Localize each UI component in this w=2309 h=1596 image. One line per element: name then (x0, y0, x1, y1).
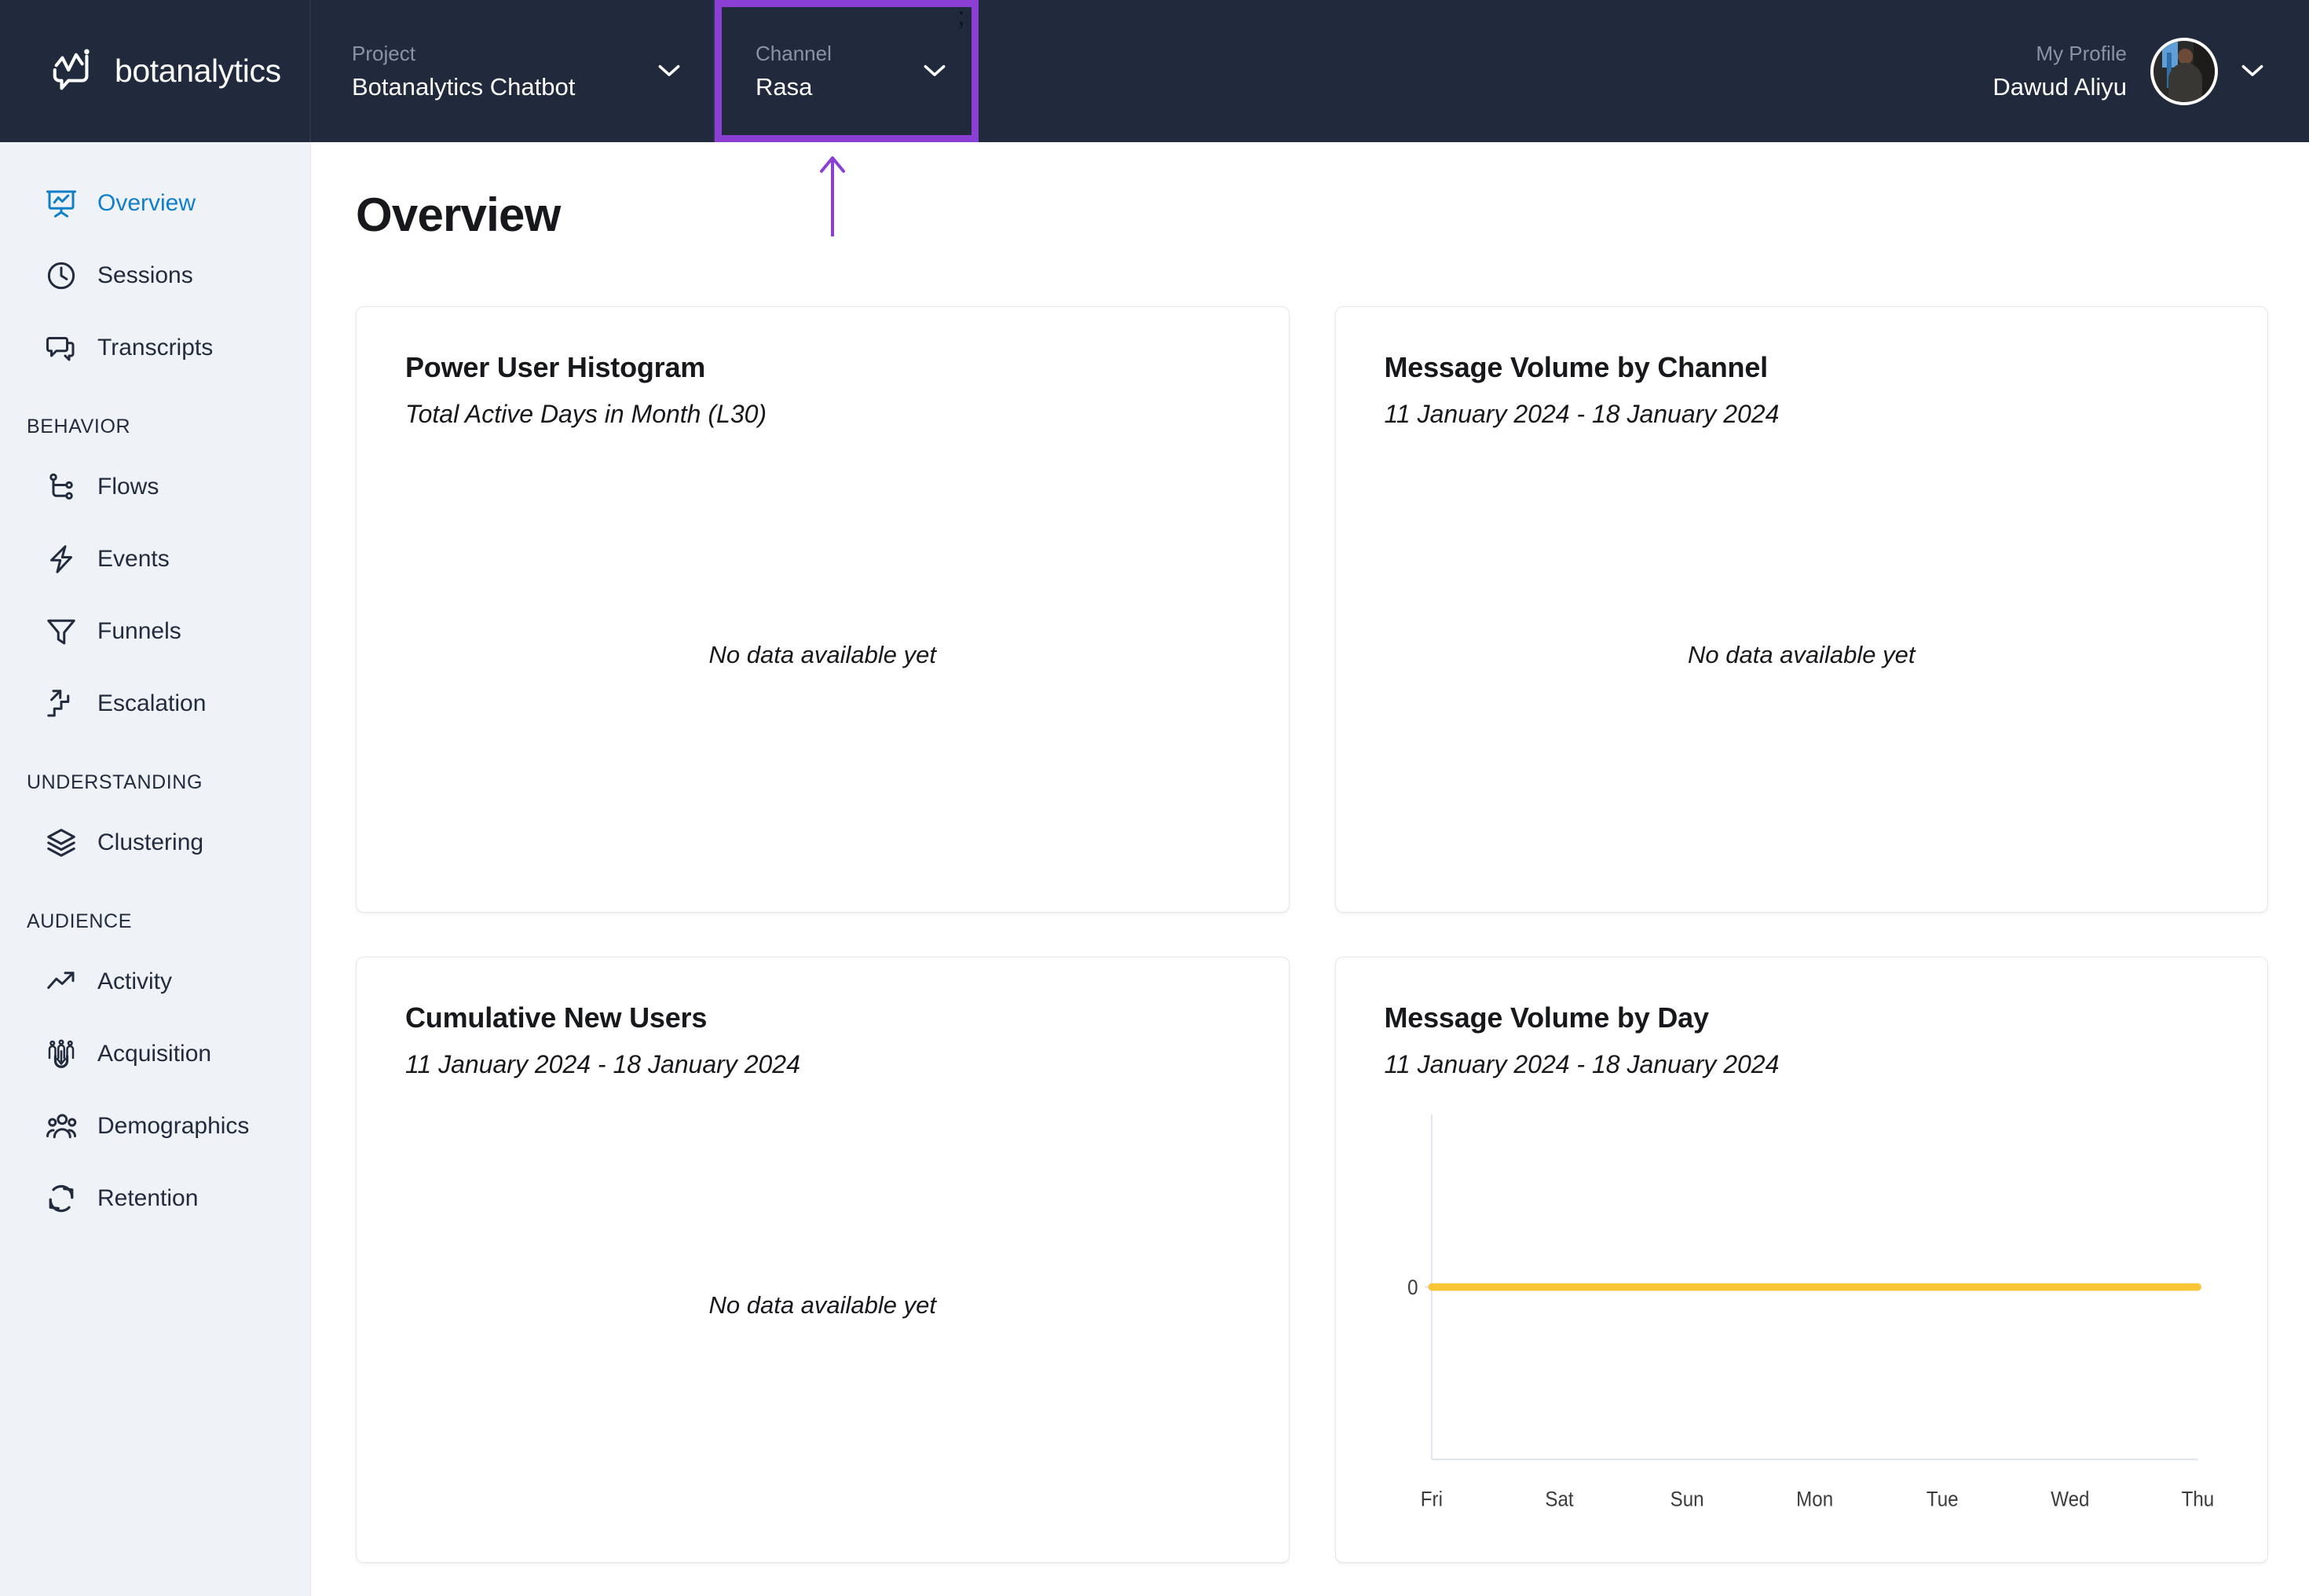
sidebar-item-events[interactable]: Events (0, 523, 310, 595)
sidebar-item-clustering[interactable]: Clustering (0, 807, 310, 879)
top-header-bar: botanalytics Project Botanalytics Chatbo… (0, 0, 2309, 142)
chart-canvas: 0 Fri Sat Sun Mon Tue Wed Thu (1407, 1115, 2214, 1511)
svg-text:Thu: Thu (2181, 1488, 2214, 1510)
sidebar-item-activity[interactable]: Activity (0, 946, 310, 1018)
main-content: Overview Power User Histogram Total Acti… (312, 142, 2309, 1596)
avatar (2150, 37, 2218, 105)
empty-state-text: No data available yet (1687, 640, 1916, 668)
channel-selector[interactable]: Channel Rasa ; (715, 0, 979, 142)
sidebar-item-funnels[interactable]: Funnels (0, 595, 310, 668)
refresh-cycle-icon (46, 1183, 77, 1214)
card-subtitle: 11 January 2024 - 18 January 2024 (1384, 1050, 1780, 1078)
chevron-down-icon (658, 64, 680, 78)
escalation-steps-icon (46, 688, 77, 719)
presentation-chart-icon (46, 188, 77, 219)
sidebar-item-label: Funnels (97, 618, 181, 644)
profile-label: My Profile (2036, 41, 2127, 65)
overview-card-grid: Power User Histogram Total Active Days i… (356, 306, 2268, 1563)
svg-text:0: 0 (1407, 1276, 1418, 1299)
empty-state-text: No data available yet (708, 1290, 937, 1319)
sidebar-navigation: Overview Sessions Transcripts BEHAVIOR F… (0, 142, 311, 1596)
card-body: No data available yet (405, 429, 1240, 880)
sidebar-item-label: Activity (97, 968, 173, 994)
sidebar-group-understanding: UNDERSTANDING (27, 771, 203, 793)
channel-selector-label: Channel (756, 41, 832, 65)
sidebar-item-overview[interactable]: Overview (0, 167, 310, 240)
sidebar-item-label: Acquisition (97, 1041, 212, 1067)
magnet-people-icon (46, 1038, 77, 1070)
card-power-user-histogram: Power User Histogram Total Active Days i… (356, 306, 1290, 913)
project-selector-label: Project (352, 41, 415, 65)
sidebar-item-label: Escalation (97, 690, 207, 716)
sidebar-item-label: Clustering (97, 829, 204, 855)
trend-up-icon (46, 966, 77, 998)
text-cursor-mark: ; (957, 0, 965, 31)
card-body: No data available yet (1385, 429, 2219, 880)
profile-menu[interactable]: My Profile Dawud Aliyu (1992, 0, 2309, 142)
page-title: Overview (356, 189, 561, 241)
sidebar-item-transcripts[interactable]: Transcripts (0, 312, 310, 384)
message-volume-line-chart[interactable]: 0 Fri Sat Sun Mon Tue Wed Thu (1385, 1100, 2219, 1531)
sidebar-item-demographics[interactable]: Demographics (0, 1090, 310, 1162)
card-title: Message Volume by Channel (1384, 351, 1769, 383)
card-subtitle: Total Active Days in Month (L30) (405, 400, 767, 428)
lightning-bolt-icon (46, 544, 77, 575)
card-subtitle: 11 January 2024 - 18 January 2024 (405, 1050, 800, 1078)
svg-text:Sun: Sun (1670, 1488, 1703, 1510)
svg-text:Wed: Wed (2051, 1488, 2089, 1510)
card-title: Power User Histogram (405, 351, 706, 383)
sidebar-item-label: Flows (97, 474, 159, 500)
brand-logo-area[interactable]: botanalytics (0, 0, 311, 142)
chevron-down-icon (924, 64, 946, 78)
svg-text:Mon: Mon (1796, 1488, 1833, 1510)
chevron-down-icon[interactable] (2241, 64, 2263, 78)
people-group-icon (46, 1111, 77, 1142)
card-cumulative-new-users: Cumulative New Users 11 January 2024 - 1… (356, 957, 1290, 1563)
svg-text:Sat: Sat (1545, 1488, 1573, 1510)
channel-selector-value: Rasa (756, 72, 813, 101)
empty-state-text: No data available yet (708, 640, 937, 668)
card-title: Cumulative New Users (405, 1001, 708, 1034)
project-selector-value: Botanalytics Chatbot (352, 72, 576, 101)
botanalytics-logo-icon (49, 47, 97, 96)
brand-name: botanalytics (115, 53, 281, 89)
profile-name: Dawud Aliyu (1992, 72, 2127, 101)
sidebar-item-label: Overview (97, 190, 196, 216)
sidebar-group-behavior: BEHAVIOR (27, 415, 131, 437)
sidebar-item-flows[interactable]: Flows (0, 451, 310, 523)
card-title: Message Volume by Day (1384, 1001, 1710, 1034)
sidebar-item-label: Demographics (97, 1113, 250, 1139)
header-spacer (979, 0, 1992, 142)
card-body: No data available yet (405, 1079, 1240, 1531)
svg-text:Tue: Tue (1926, 1488, 1958, 1510)
sidebar-item-label: Retention (97, 1185, 199, 1211)
sidebar-item-acquisition[interactable]: Acquisition (0, 1018, 310, 1090)
chat-bubbles-icon (46, 332, 77, 364)
sidebar-item-escalation[interactable]: Escalation (0, 668, 310, 740)
layers-icon (46, 827, 77, 858)
svg-text:Fri: Fri (1420, 1488, 1442, 1510)
funnel-icon (46, 616, 77, 647)
sidebar-group-audience: AUDIENCE (27, 910, 132, 932)
card-subtitle: 11 January 2024 - 18 January 2024 (1384, 400, 1780, 428)
clock-icon (46, 260, 77, 291)
sidebar-item-label: Transcripts (97, 335, 214, 361)
card-message-volume-by-day: Message Volume by Day 11 January 2024 - … (1334, 957, 2268, 1563)
project-selector[interactable]: Project Botanalytics Chatbot (311, 0, 715, 142)
sidebar-item-sessions[interactable]: Sessions (0, 240, 310, 312)
card-message-volume-by-channel: Message Volume by Channel 11 January 202… (1334, 306, 2268, 913)
flow-branch-icon (46, 471, 77, 503)
sidebar-item-retention[interactable]: Retention (0, 1162, 310, 1235)
sidebar-item-label: Sessions (97, 262, 193, 288)
sidebar-item-label: Events (97, 546, 170, 572)
